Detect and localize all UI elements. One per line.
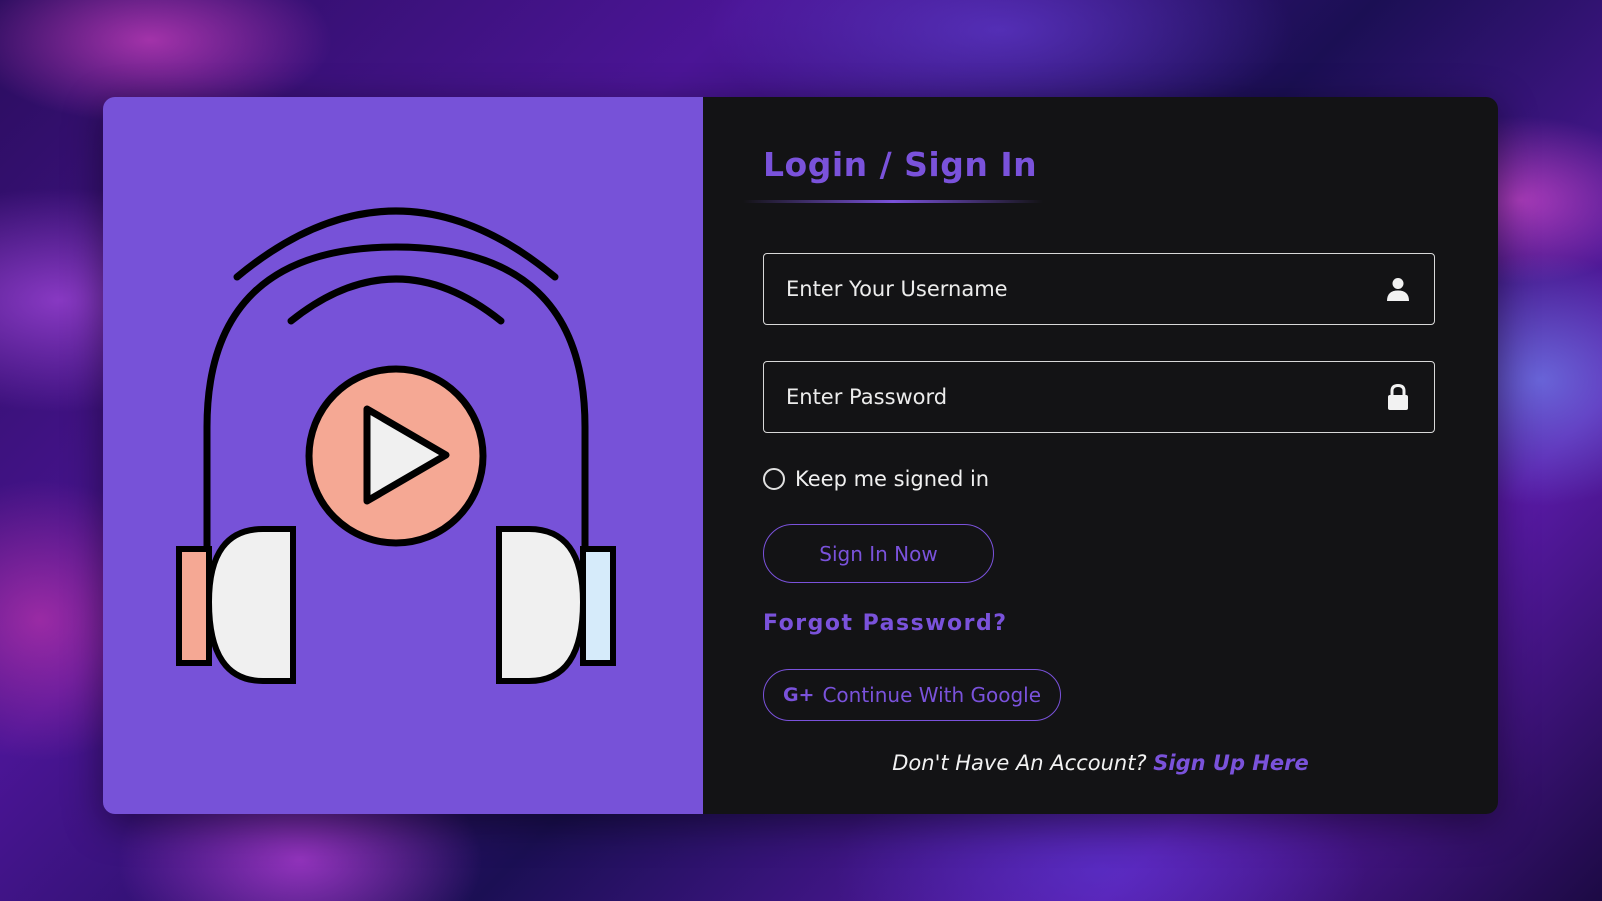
headphones-play-icon — [176, 207, 616, 684]
title-underline — [743, 200, 1043, 203]
sign-in-button[interactable]: Sign In Now — [763, 524, 994, 583]
login-form-panel: Login / Sign In Keep me signed i — [703, 97, 1498, 814]
lock-icon — [1384, 383, 1412, 411]
remember-me[interactable]: Keep me signed in — [763, 467, 989, 491]
illustration-panel — [103, 97, 703, 814]
username-field[interactable] — [763, 253, 1435, 325]
user-icon — [1384, 275, 1412, 303]
login-card: Login / Sign In Keep me signed i — [103, 97, 1498, 814]
signup-prompt: Don't Have An Account? Sign Up Here — [703, 751, 1498, 775]
forgot-password-link[interactable]: Forgot Password? — [763, 611, 1008, 636]
password-field[interactable] — [763, 361, 1435, 433]
remember-me-radio[interactable] — [763, 468, 785, 490]
page-title: Login / Sign In — [763, 145, 1038, 184]
google-sign-in-button[interactable]: G+ Continue With Google — [763, 669, 1061, 721]
username-input[interactable] — [764, 276, 1384, 302]
remember-me-label: Keep me signed in — [795, 467, 990, 491]
google-sign-in-label: Continue With Google — [822, 683, 1042, 707]
no-account-text: Don't Have An Account? — [892, 751, 1147, 775]
google-plus-icon: G+ — [782, 684, 815, 706]
password-input[interactable] — [764, 384, 1384, 410]
sign-up-link[interactable]: Sign Up Here — [1153, 751, 1308, 775]
